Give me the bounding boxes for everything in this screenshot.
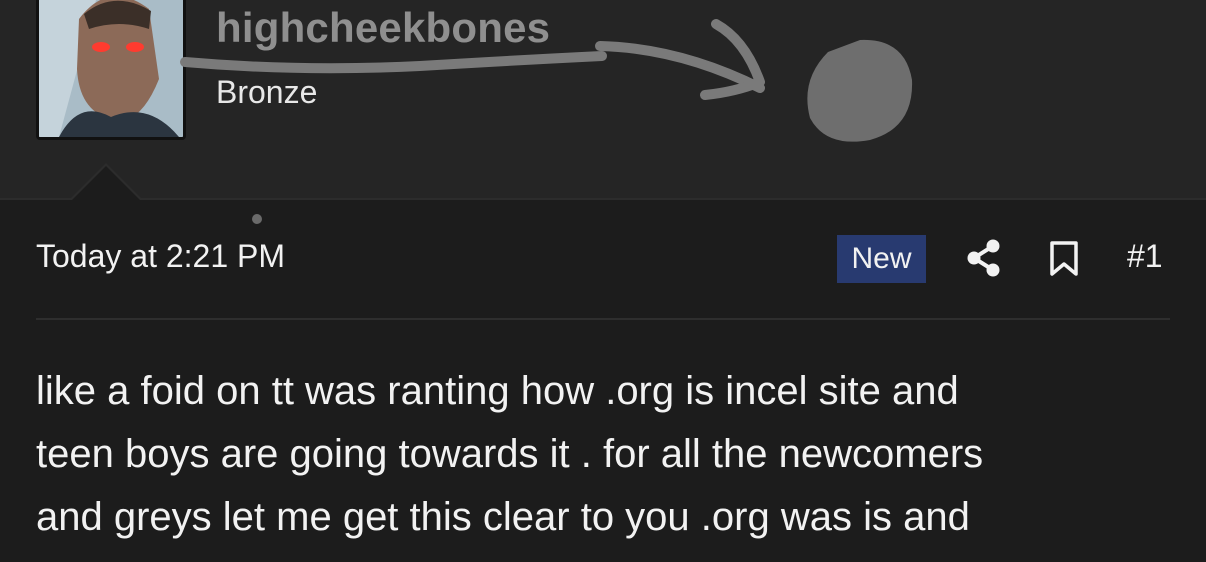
post-body-line: teen boys are going towards it . for all…: [36, 432, 984, 476]
post-timestamp[interactable]: Today at 2:21 PM: [36, 238, 285, 275]
post-body: like a foid on tt was ranting how .org i…: [36, 360, 1176, 549]
share-icon[interactable]: [964, 238, 1004, 283]
post-number-link[interactable]: #1: [1127, 238, 1163, 275]
user-rank: Bronze: [216, 74, 318, 110]
post-page: highcheekbones Bronze Today at 2:21 PM N…: [0, 0, 1206, 562]
bookmark-icon[interactable]: [1048, 240, 1080, 283]
user-info-block: highcheekbones Bronze: [0, 0, 1206, 200]
avatar-image: [39, 0, 183, 137]
new-badge: New: [837, 235, 926, 283]
pointer-notch: [72, 166, 140, 200]
post-body-line: like a foid on tt was ranting how .org i…: [36, 369, 959, 413]
post-body-line: and greys let me get this clear to you .…: [36, 495, 970, 539]
username[interactable]: highcheekbones: [216, 4, 550, 52]
divider: [36, 318, 1170, 320]
avatar[interactable]: [36, 0, 186, 140]
indicator-dot: [252, 214, 262, 224]
